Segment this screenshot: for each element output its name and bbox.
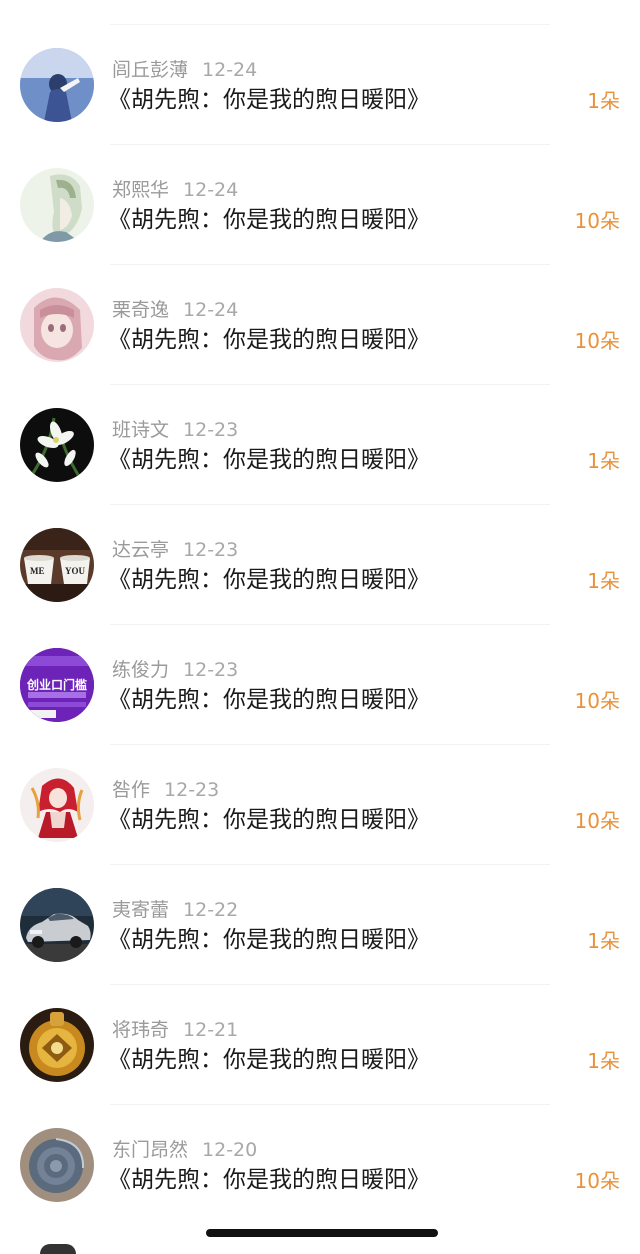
svg-text:ME: ME [30,566,45,576]
gift-date: 12-21 [183,1019,239,1041]
gift-count: 1朵 [587,89,620,113]
car-avatar-image [20,888,94,962]
gift-title: 《胡先煦：你是我的煦日暖阳》 [108,87,430,113]
gift-count: 10朵 [574,809,620,833]
gift-title: 《胡先煦：你是我的煦日暖阳》 [108,207,430,233]
svg-text:YOU: YOU [65,566,86,576]
anime-man-avatar-image [20,168,94,242]
gift-count: 10朵 [574,689,620,713]
gift-date: 12-23 [183,659,239,681]
gift-date: 12-23 [164,779,220,801]
avatar[interactable] [20,168,94,242]
user-name[interactable]: 东门昂然 [112,1139,188,1161]
gift-count: 10朵 [574,1169,620,1193]
list-item[interactable]: 闾丘彭薄 12-24 《胡先煦：你是我的煦日暖阳》 1朵 [0,25,640,145]
avatar[interactable] [20,48,94,122]
list-item[interactable]: 咎作 12-23 《胡先煦：你是我的煦日暖阳》 10朵 [0,745,640,865]
gift-date: 12-20 [202,1139,258,1161]
list-item[interactable]: 东门昂然 12-20 《胡先煦：你是我的煦日暖阳》 10朵 [0,1105,640,1225]
golden-ornament-avatar-image [20,1008,94,1082]
snail-shell-avatar-image [20,1128,94,1202]
red-anime-avatar-image [20,768,94,842]
gift-count: 1朵 [587,449,620,473]
gift-date: 12-24 [183,179,239,201]
home-indicator[interactable] [206,1229,438,1237]
avatar[interactable]: ME YOU [20,528,94,602]
anime-girl-avatar-image [20,288,94,362]
gift-date: 12-24 [183,299,239,321]
gift-title: 《胡先煦：你是我的煦日暖阳》 [108,687,430,713]
list-item[interactable]: 栗奇逸 12-24 《胡先煦：你是我的煦日暖阳》 10朵 [0,265,640,385]
avatar[interactable] [20,1128,94,1202]
user-name[interactable]: 达云亭 [112,539,169,561]
list-item[interactable]: 创业口门槛 练俊力 12-23 《胡先煦：你是我的煦日暖阳》 10朵 [0,625,640,745]
list-item[interactable]: 夷寄蕾 12-22 《胡先煦：你是我的煦日暖阳》 1朵 [0,865,640,985]
user-name[interactable]: 将玮奇 [112,1019,169,1041]
gift-title: 《胡先煦：你是我的煦日暖阳》 [108,1167,430,1193]
gift-count: 1朵 [587,569,620,593]
list-item[interactable]: 将玮奇 12-21 《胡先煦：你是我的煦日暖阳》 1朵 [0,985,640,1105]
gift-title: 《胡先煦：你是我的煦日暖阳》 [108,807,430,833]
gift-count: 10朵 [574,209,620,233]
user-name[interactable]: 夷寄蕾 [112,899,169,921]
gift-title: 《胡先煦：你是我的煦日暖阳》 [108,567,430,593]
list-item[interactable]: 班诗文 12-23 《胡先煦：你是我的煦日暖阳》 1朵 [0,385,640,505]
gift-title: 《胡先煦：你是我的煦日暖阳》 [108,447,430,473]
me-you-cups-avatar-image: ME YOU [20,528,94,602]
gift-list: 闾丘彭薄 12-24 《胡先煦：你是我的煦日暖阳》 1朵 郑熙华 12-24 《胡先… [0,25,640,1225]
person-seaside-avatar-image [20,48,94,122]
user-name[interactable]: 闾丘彭薄 [112,59,188,81]
gift-date: 12-24 [202,59,258,81]
gift-date: 12-23 [183,539,239,561]
gift-title: 《胡先煦：你是我的煦日暖阳》 [108,327,430,353]
white-flower-avatar-image [20,408,94,482]
avatar-ad-text: 创业口门槛 [26,678,87,692]
avatar[interactable] [20,288,94,362]
gift-title: 《胡先煦：你是我的煦日暖阳》 [108,1047,430,1073]
gift-date: 12-23 [183,419,239,441]
user-name[interactable]: 郑熙华 [112,179,169,201]
gift-count: 10朵 [574,329,620,353]
user-name[interactable]: 栗奇逸 [112,299,169,321]
avatar[interactable] [20,1008,94,1082]
avatar[interactable] [20,768,94,842]
next-avatar-peek [40,1244,76,1254]
avatar[interactable]: 创业口门槛 [20,648,94,722]
gift-count: 1朵 [587,1049,620,1073]
avatar[interactable] [20,408,94,482]
user-name[interactable]: 练俊力 [112,659,169,681]
gift-date: 12-22 [183,899,239,921]
gift-count: 1朵 [587,929,620,953]
gift-title: 《胡先煦：你是我的煦日暖阳》 [108,927,430,953]
user-name[interactable]: 班诗文 [112,419,169,441]
list-item[interactable]: 郑熙华 12-24 《胡先煦：你是我的煦日暖阳》 10朵 [0,145,640,265]
avatar[interactable] [20,888,94,962]
list-item[interactable]: ME YOU 达云亭 12-23 《胡先煦：你是我的煦日暖阳》 1朵 [0,505,640,625]
user-name[interactable]: 咎作 [112,779,150,801]
